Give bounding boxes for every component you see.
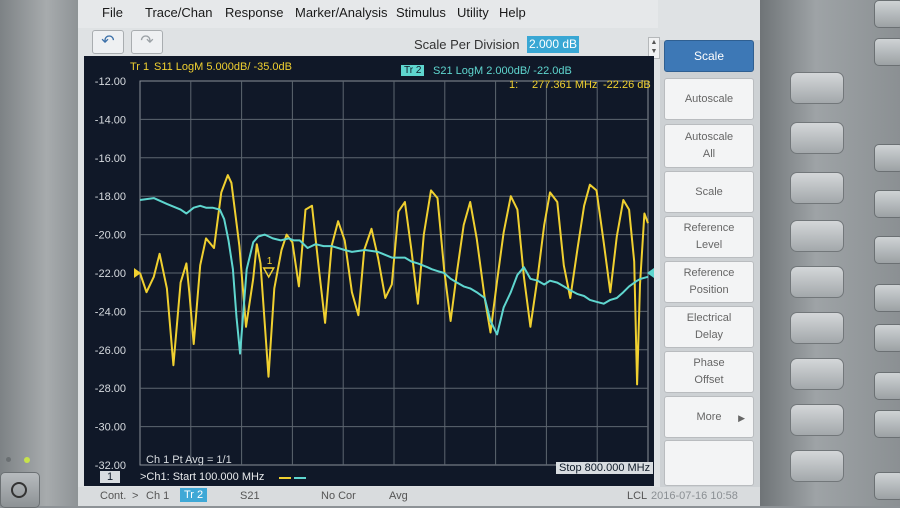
hardware-softkey-3[interactable]: [790, 172, 844, 204]
hardware-key-h[interactable]: [874, 372, 900, 400]
menu-stimulus[interactable]: Stimulus: [396, 5, 446, 20]
hardware-key-i[interactable]: [874, 410, 900, 438]
standby-led: [6, 457, 11, 462]
power-button[interactable]: [0, 472, 40, 508]
hardware-key-j[interactable]: [874, 472, 900, 500]
status-trace: Tr 2: [180, 488, 208, 502]
chevron-right-icon: ▶: [738, 413, 745, 423]
hardware-softkey-5[interactable]: [790, 266, 844, 298]
softkey-blank[interactable]: [664, 440, 754, 486]
softkey-scale[interactable]: Scale: [664, 171, 754, 213]
softkey-scale-title[interactable]: Scale: [664, 40, 754, 72]
hardware-key-f[interactable]: [874, 284, 900, 312]
softkey-reference-position[interactable]: Reference Position: [664, 261, 754, 303]
hardware-softkey-6[interactable]: [790, 312, 844, 344]
instrument-bezel-left: [0, 0, 78, 508]
softkey-autoscale-all[interactable]: Autoscale All: [664, 124, 754, 168]
marker-1-label: 1: [267, 256, 273, 267]
status-correction: No Cor: [321, 490, 356, 502]
menu-trace-chan[interactable]: Trace/Chan: [145, 5, 212, 20]
menu-file[interactable]: File: [102, 5, 123, 20]
start-trace-swatch-s11: [279, 477, 291, 479]
menu-response[interactable]: Response: [225, 5, 284, 20]
status-average: Avg: [389, 490, 408, 502]
hardware-key-b[interactable]: [874, 38, 900, 66]
y-tick-label: -22.00: [95, 268, 126, 280]
scale-per-division-label: Scale Per Division: [414, 37, 520, 52]
y-tick-label: -18.00: [95, 191, 126, 203]
channel-number: 1: [100, 471, 120, 483]
hardware-softkey-8[interactable]: [790, 404, 844, 436]
avg-status: Ch 1 Pt Avg = 1/1: [146, 454, 232, 466]
hardware-softkey-2[interactable]: [790, 122, 844, 154]
status-cont: Cont.: [100, 490, 127, 502]
y-tick-label: -28.00: [95, 383, 126, 395]
toolbar: ↶ ↷ Scale Per Division 2.000 dB ▲ ▼: [78, 28, 660, 59]
hardware-key-d[interactable]: [874, 190, 900, 218]
trace2-desc: S21 LogM 2.000dB/ -22.0dB: [433, 65, 572, 77]
y-tick-label: -12.00: [95, 76, 126, 88]
y-tick-label: -30.00: [95, 422, 126, 434]
trace2-label[interactable]: Tr 2: [401, 65, 425, 76]
status-lcl: LCL: [627, 490, 648, 502]
analyzer-screen: File Trace/Chan Response Marker/Analysis…: [78, 0, 760, 506]
marker-number: 1:: [509, 79, 519, 91]
trace1-label[interactable]: Tr 1: [130, 61, 149, 73]
status-channel: Ch 1: [146, 490, 170, 502]
hardware-softkey-1[interactable]: [790, 72, 844, 104]
y-tick-label: -16.00: [95, 153, 126, 165]
marker-value: -22.26 dB: [603, 79, 651, 91]
softkey-electrical-delay[interactable]: Electrical Delay: [664, 306, 754, 348]
hardware-key-c[interactable]: [874, 144, 900, 172]
redo-icon[interactable]: ↷: [131, 30, 163, 54]
status-parameter: S21: [240, 490, 260, 502]
power-led: [24, 457, 30, 463]
menu-bar: File Trace/Chan Response Marker/Analysis…: [78, 0, 658, 28]
marker-frequency: 277.361 MHz: [532, 79, 598, 91]
measurement-display: -12.00 -14.00 -16.00 -18.00 -20.00 -22.00 -24.…: [84, 56, 654, 486]
softkey-phase-offset[interactable]: Phase Offset: [664, 351, 754, 393]
softkey-panel: Scale Autoscale Autoscale All Scale Refe…: [660, 40, 760, 506]
y-tick-label: -20.00: [95, 230, 126, 242]
hardware-key-a[interactable]: [874, 0, 900, 28]
y-tick-label: -14.00: [95, 114, 126, 126]
start-trace-swatch-s21: [294, 477, 306, 479]
y-tick-label: -26.00: [95, 345, 126, 357]
softkey-autoscale[interactable]: Autoscale: [664, 78, 754, 120]
status-arrow-icon: >: [132, 490, 139, 502]
hardware-key-e[interactable]: [874, 236, 900, 264]
hardware-softkey-9[interactable]: [790, 450, 844, 482]
undo-icon[interactable]: ↶: [92, 30, 124, 54]
softkey-reference-level[interactable]: Reference Level: [664, 216, 754, 258]
menu-help[interactable]: Help: [499, 5, 526, 20]
start-frequency: >Ch1: Start 100.000 MHz: [140, 471, 265, 483]
scale-per-division-value[interactable]: 2.000 dB: [527, 36, 579, 53]
status-time: 2016-07-16 10:58: [651, 490, 738, 502]
trace1-desc: S11 LogM 5.000dB/ -35.0dB: [154, 61, 293, 73]
marker-1-triangle: [262, 267, 275, 279]
menu-utility[interactable]: Utility: [457, 5, 489, 20]
menu-marker-analysis[interactable]: Marker/Analysis: [295, 5, 387, 20]
status-bar: Cont. > Ch 1 Tr 2 S21 No Cor Avg LCL 201…: [78, 487, 760, 506]
hardware-key-g[interactable]: [874, 324, 900, 352]
hardware-softkey-7[interactable]: [790, 358, 844, 390]
y-tick-label: -24.00: [95, 306, 126, 318]
hardware-softkey-4[interactable]: [790, 220, 844, 252]
power-icon: [11, 482, 27, 498]
stop-frequency: Stop 800.000 MHz: [556, 462, 654, 474]
softkey-more[interactable]: More ▶: [664, 396, 754, 438]
instrument-bezel-right: [760, 0, 900, 506]
trace-chart: -12.00 -14.00 -16.00 -18.00 -20.00 -22.00 -24.…: [95, 76, 654, 472]
